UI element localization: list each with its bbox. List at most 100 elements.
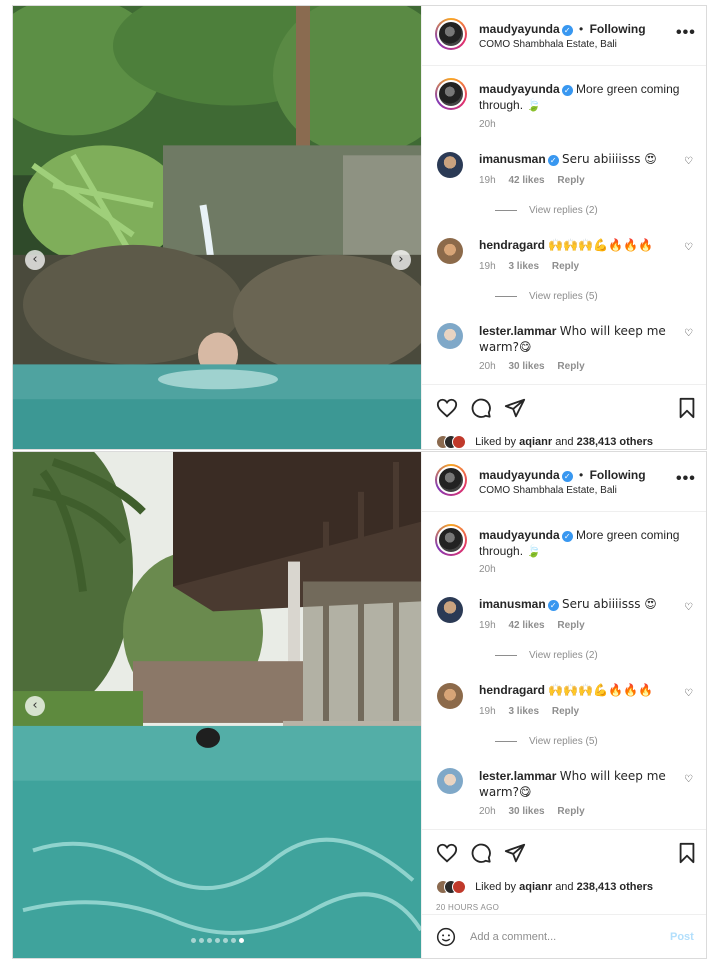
pool-photo [13,452,421,958]
share-icon[interactable] [504,842,526,864]
commenter-avatar[interactable] [437,597,463,623]
share-icon[interactable] [504,397,526,419]
comment-heart-icon[interactable]: ♡ [684,774,693,785]
comment-likes[interactable]: 3 likes [508,261,539,272]
post-comment-button[interactable]: Post [670,931,694,943]
commenter-avatar[interactable] [437,238,463,264]
comment-heart-icon[interactable]: ♡ [684,328,693,339]
comment-username[interactable]: hendragard [479,683,545,697]
liked-by-row: Liked by aqianr and 238,413 others [436,435,653,449]
post-timestamp[interactable]: 20 HOURS AGO [436,903,499,912]
carousel-dot [190,938,196,943]
view-replies-button[interactable]: View replies (5) [495,736,598,747]
heart-icon[interactable] [436,842,458,864]
liked-by-user[interactable]: aqianr [519,881,552,893]
liked-by-user[interactable]: aqianr [519,436,552,448]
comment-time: 20h [479,361,496,372]
post-side-panel: maudyayunda ✓ • Following COMO Shambhala … [421,6,706,449]
post-header: maudyayunda ✓ • Following COMO Shambhala … [422,452,706,512]
comment-time: 19h [479,620,496,631]
comment-username[interactable]: hendragard [479,238,545,252]
verified-icon: ✓ [547,600,559,611]
comment-time: 19h [479,706,496,717]
reply-button[interactable]: Reply [557,361,584,372]
carousel-dot-active [238,938,244,943]
bookmark-icon[interactable] [676,842,698,864]
post-side-panel: maudyayunda ✓ • Following COMO Shambhala … [421,452,706,958]
liker-avatar[interactable] [452,880,466,894]
comment-input[interactable]: Add a comment... [470,931,556,943]
post-card-1: ‹ › maudyayunda ✓ • Following COMO Shambh… [12,5,707,450]
waterfall-photo [13,6,421,449]
comment-time: 20h [479,806,496,817]
view-replies-button[interactable]: View replies (2) [495,650,598,661]
caption-avatar[interactable] [435,524,467,556]
action-bar: Liked by aqianr and 238,413 others [422,384,706,449]
location-link[interactable]: COMO Shambhala Estate, Bali [479,39,617,50]
verified-icon: ✓ [561,471,573,482]
comment-username[interactable]: imanusman [479,597,546,611]
carousel-dot [198,938,204,943]
verified-icon: ✓ [561,25,573,36]
liker-avatar[interactable] [452,435,466,449]
comment-icon[interactable] [470,842,492,864]
post-image-waterfall[interactable]: ‹ › [13,6,421,449]
likes-count[interactable]: 238,413 others [577,436,653,448]
add-comment-bar: Add a comment... Post [422,914,706,958]
location-link[interactable]: COMO Shambhala Estate, Bali [479,485,617,496]
carousel-indicator [13,932,421,946]
emoji-icon[interactable] [436,927,456,947]
comment-likes[interactable]: 42 likes [508,175,544,186]
carousel-next-button[interactable]: › [391,250,411,270]
comment-likes[interactable]: 30 likes [508,806,544,817]
reply-button[interactable]: Reply [557,620,584,631]
view-replies-button[interactable]: View replies (5) [495,291,598,302]
reply-button[interactable]: Reply [557,806,584,817]
comment-heart-icon[interactable]: ♡ [684,602,693,613]
carousel-dot [214,938,220,943]
view-replies-button[interactable]: View replies (2) [495,205,598,216]
post-image-pool[interactable]: ‹ [13,452,421,958]
separator-dot: • [579,468,584,482]
heart-icon[interactable] [436,397,458,419]
author-avatar[interactable] [435,464,467,496]
comment-text: 🙌🙌🙌💪🔥🔥🔥 [548,238,653,252]
comment-text: 🙌🙌🙌💪🔥🔥🔥 [548,683,653,697]
caption-username[interactable]: maudyayunda [479,82,560,96]
reply-button[interactable]: Reply [552,706,579,717]
comment-likes[interactable]: 42 likes [508,620,544,631]
liked-by-row: Liked by aqianr and 238,413 others [436,880,653,894]
carousel-prev-button[interactable]: ‹ [25,696,45,716]
author-username[interactable]: maudyayunda [479,468,560,482]
verified-icon: ✓ [561,531,573,542]
comment-icon[interactable] [470,397,492,419]
bookmark-icon[interactable] [676,397,698,419]
comment-username[interactable]: lester.lammar [479,769,556,783]
liked-by-label: Liked by [475,435,517,448]
verified-icon: ✓ [561,85,573,96]
commenter-avatar[interactable] [437,323,463,349]
comment-likes[interactable]: 30 likes [508,361,544,372]
commenter-avatar[interactable] [437,683,463,709]
comment-heart-icon[interactable]: ♡ [684,156,693,167]
liked-by-and: and [555,435,574,448]
reply-button[interactable]: Reply [557,175,584,186]
commenter-avatar[interactable] [437,152,463,178]
likes-count[interactable]: 238,413 others [577,881,653,893]
comment-heart-icon[interactable]: ♡ [684,242,693,253]
comment-username[interactable]: imanusman [479,152,546,166]
comment-username[interactable]: lester.lammar [479,324,556,338]
carousel-prev-button[interactable]: ‹ [25,250,45,270]
more-icon[interactable]: ••• [676,470,696,488]
commenter-avatar[interactable] [437,768,463,794]
following-button[interactable]: Following [590,468,646,482]
comment-likes[interactable]: 3 likes [508,706,539,717]
reply-button[interactable]: Reply [552,261,579,272]
caption-username[interactable]: maudyayunda [479,528,560,542]
following-button[interactable]: Following [590,22,646,36]
more-icon[interactable]: ••• [676,24,696,42]
author-username[interactable]: maudyayunda [479,22,560,36]
author-avatar[interactable] [435,18,467,50]
comment-heart-icon[interactable]: ♡ [684,688,693,699]
caption-avatar[interactable] [435,78,467,110]
